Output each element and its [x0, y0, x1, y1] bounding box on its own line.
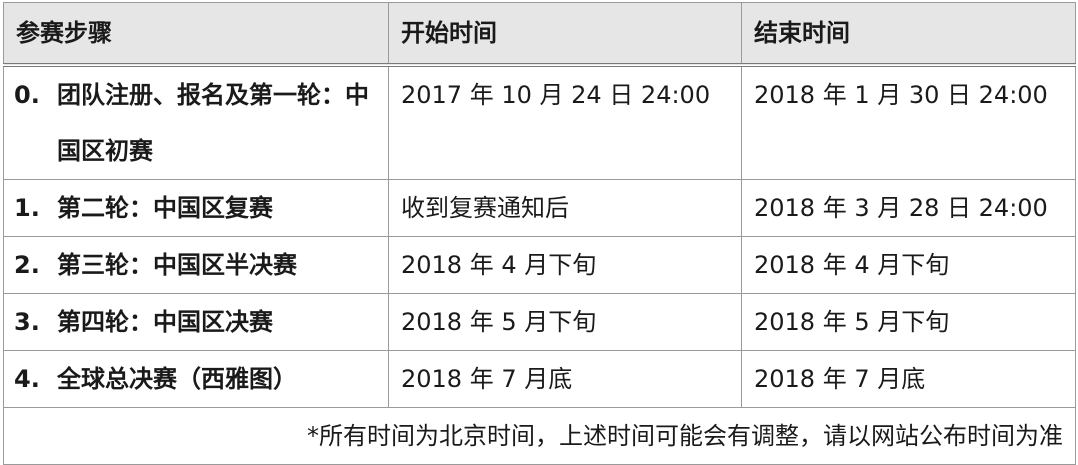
step-cell: 1. 第二轮：中国区复赛 [3, 179, 389, 237]
footnote: *所有时间为北京时间，上述时间可能会有调整，请以网站公布时间为准 [3, 407, 1076, 465]
start-time-cell: 2018 年 7 月底 [388, 350, 742, 408]
header-start-time: 开始时间 [388, 2, 742, 67]
step-number: 1. [14, 194, 40, 222]
table-row: 3. 第四轮：中国区决赛 2018 年 5 月下旬 2018 年 5 月下旬 [3, 293, 1076, 351]
end-time-cell: 2018 年 7 月底 [741, 350, 1076, 408]
end-time-cell: 2018 年 5 月下旬 [741, 293, 1076, 351]
start-time-cell: 2017 年 10 月 24 日 24:00 [388, 64, 742, 180]
end-time-cell: 2018 年 4 月下旬 [741, 236, 1076, 294]
footnote-row: *所有时间为北京时间，上述时间可能会有调整，请以网站公布时间为准 [3, 407, 1076, 465]
step-cell: 4. 全球总决赛（西雅图） [3, 350, 389, 408]
step-name: 第三轮：中国区半决赛 [57, 251, 297, 279]
header-row: 参赛步骤 开始时间 结束时间 [3, 2, 1076, 67]
table-header: 参赛步骤 开始时间 结束时间 [3, 2, 1076, 67]
step-name: 第二轮：中国区复赛 [57, 194, 273, 222]
start-time-cell: 2018 年 4 月下旬 [388, 236, 742, 294]
step-number: 0. [14, 81, 40, 109]
step-cell: 3. 第四轮：中国区决赛 [3, 293, 389, 351]
step-name: 全球总决赛（西雅图） [57, 365, 297, 393]
step-cell: 2. 第三轮：中国区半决赛 [3, 236, 389, 294]
header-end-time: 结束时间 [741, 2, 1076, 67]
table-body: 0. 团队注册、报名及第一轮：中国区初赛 2017 年 10 月 24 日 24… [3, 64, 1076, 465]
start-time-cell: 收到复赛通知后 [388, 179, 742, 237]
schedule-table: 参赛步骤 开始时间 结束时间 0. 团队注册、报名及第一轮：中国区初赛 2017… [3, 2, 1076, 465]
step-cell: 0. 团队注册、报名及第一轮：中国区初赛 [3, 64, 389, 180]
end-time-cell: 2018 年 1 月 30 日 24:00 [741, 64, 1076, 180]
step-name: 团队注册、报名及第一轮：中国区初赛 [57, 81, 369, 165]
header-step: 参赛步骤 [3, 2, 389, 67]
table-row: 0. 团队注册、报名及第一轮：中国区初赛 2017 年 10 月 24 日 24… [3, 64, 1076, 180]
step-number: 2. [14, 251, 40, 279]
table-row: 4. 全球总决赛（西雅图） 2018 年 7 月底 2018 年 7 月底 [3, 350, 1076, 408]
step-number: 4. [14, 365, 40, 393]
table-row: 2. 第三轮：中国区半决赛 2018 年 4 月下旬 2018 年 4 月下旬 [3, 236, 1076, 294]
start-time-cell: 2018 年 5 月下旬 [388, 293, 742, 351]
table-row: 1. 第二轮：中国区复赛 收到复赛通知后 2018 年 3 月 28 日 24:… [3, 179, 1076, 237]
step-number: 3. [14, 308, 40, 336]
step-name: 第四轮：中国区决赛 [57, 308, 273, 336]
end-time-cell: 2018 年 3 月 28 日 24:00 [741, 179, 1076, 237]
